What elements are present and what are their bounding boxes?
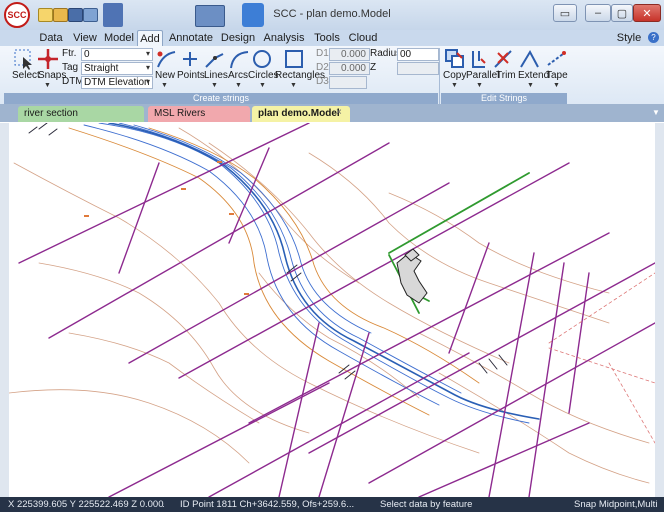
tab-design[interactable]: Design: [218, 30, 258, 46]
ftr-field[interactable]: 0: [81, 48, 153, 61]
z-field[interactable]: [397, 62, 439, 75]
ribbon-divider: [439, 48, 440, 104]
maximize-button[interactable]: ▢: [611, 4, 633, 22]
doc-tab-msl-rivers[interactable]: MSL Rivers V04.Project: [148, 106, 250, 135]
d2-label: D2: [316, 62, 329, 73]
select-icon[interactable]: [13, 48, 35, 70]
d3-field[interactable]: [329, 76, 367, 89]
tab-cloud[interactable]: Cloud: [346, 30, 380, 46]
minimize-button[interactable]: –: [585, 4, 611, 22]
bank-lines: [68, 127, 480, 416]
select-label[interactable]: Select: [12, 70, 40, 81]
snaps-icon[interactable]: [37, 48, 59, 70]
doc-tab-river-section[interactable]: river section sample.Section: [18, 106, 144, 135]
tape-dropdown[interactable]: ▼: [553, 82, 560, 89]
tab-analysis[interactable]: Analysis: [260, 30, 308, 46]
trim-button[interactable]: Trim: [496, 70, 516, 81]
copy-button[interactable]: Copy: [443, 70, 466, 81]
trim-icon[interactable]: [492, 48, 514, 70]
ftr-dropdown-icon[interactable]: ▾: [146, 49, 150, 58]
tape-button[interactable]: Tape: [546, 70, 568, 81]
points-icon[interactable]: [179, 48, 201, 70]
new-dropdown[interactable]: ▼: [161, 82, 168, 89]
extend-dropdown[interactable]: ▼: [527, 82, 534, 89]
dtm-select[interactable]: DTM Elevation: [81, 76, 153, 89]
points-button[interactable]: Points: [177, 70, 205, 81]
chainage-ticks: [28, 123, 508, 380]
circles-button[interactable]: Circles: [248, 70, 279, 81]
lines-dropdown[interactable]: ▼: [211, 82, 218, 89]
tag-dropdown-icon[interactable]: ▾: [146, 63, 150, 72]
section-lines: [18, 123, 655, 497]
d2-field[interactable]: 0.000: [329, 62, 370, 75]
status-separator: .: [162, 499, 165, 510]
plan-view-canvas[interactable]: [9, 123, 655, 497]
ftr-label: Ftr.: [62, 48, 77, 59]
arcs-icon[interactable]: [228, 48, 250, 70]
extend-button[interactable]: Extend: [518, 70, 549, 81]
parallel-button[interactable]: Parallel: [466, 70, 499, 81]
copy-icon[interactable]: [444, 48, 466, 70]
copy-dropdown[interactable]: ▼: [451, 82, 458, 89]
help-icon[interactable]: ?: [648, 32, 659, 43]
reference-lines: [548, 272, 655, 444]
tag-select[interactable]: Straight: [81, 62, 153, 75]
dtm-dropdown-icon[interactable]: ▾: [146, 77, 150, 86]
tab-add[interactable]: Add: [137, 30, 163, 46]
d1-field[interactable]: 0.000: [329, 48, 370, 61]
rectangles-icon[interactable]: [283, 48, 305, 70]
cursor-coordinates: X 225399.605 Y 225522.469 Z 0.000: [8, 499, 164, 510]
extend-icon[interactable]: [518, 48, 540, 70]
tab-list-icon[interactable]: ▼: [652, 108, 660, 117]
new-string-icon[interactable]: [155, 48, 177, 70]
building: [396, 248, 428, 304]
status-hint: Select data by feature: [380, 499, 473, 510]
style-menu[interactable]: Style: [614, 30, 644, 46]
parallel-dropdown[interactable]: ▼: [476, 82, 483, 89]
arcs-button[interactable]: Arcs: [228, 70, 248, 81]
tag-label: Tag: [62, 62, 79, 73]
radius-field[interactable]: 00: [397, 48, 439, 61]
plan-drawing: [9, 123, 655, 497]
new-button[interactable]: New: [155, 70, 175, 81]
close-button[interactable]: ✕: [633, 4, 661, 22]
edit-strings-group-label: Edit Strings: [441, 93, 567, 104]
ribbon-minimize-button[interactable]: ▭: [553, 4, 577, 22]
d3-label: D3: [316, 76, 329, 87]
close-tab-icon[interactable]: ×: [336, 107, 342, 118]
lines-icon[interactable]: [203, 48, 225, 70]
z-label: Z: [370, 62, 377, 73]
centre-line: [108, 123, 540, 420]
tab-model[interactable]: Model: [102, 30, 136, 46]
create-strings-group-label: Create strings: [4, 93, 438, 104]
left-frame: [0, 123, 9, 497]
d1-label: D1: [316, 48, 329, 59]
tab-view[interactable]: View: [70, 30, 100, 46]
tab-annotate[interactable]: Annotate: [166, 30, 216, 46]
snaps-dropdown[interactable]: ▼: [44, 82, 51, 89]
vertical-scrollbar[interactable]: [655, 123, 664, 497]
circles-dropdown[interactable]: ▼: [259, 82, 266, 89]
level-markers: [84, 161, 249, 295]
snap-mode[interactable]: Snap Midpoint,Multi: [574, 497, 657, 512]
doc-tab-label: plan demo.Model: [258, 108, 340, 119]
tape-icon[interactable]: [545, 48, 567, 70]
status-bar: X 225399.605 Y 225522.469 Z 0.000 . ID P…: [0, 497, 664, 512]
rectangles-dropdown[interactable]: ▼: [290, 82, 297, 89]
lines-button[interactable]: Lines: [204, 70, 228, 81]
feature-info: ID Point 1811 Ch+3642.559, Ofs+259.6...: [180, 499, 355, 510]
tab-data[interactable]: Data: [36, 30, 66, 46]
parallel-icon[interactable]: [467, 48, 489, 70]
tab-tools[interactable]: Tools: [310, 30, 344, 46]
circles-icon[interactable]: [251, 48, 273, 70]
arcs-dropdown[interactable]: ▼: [235, 82, 242, 89]
